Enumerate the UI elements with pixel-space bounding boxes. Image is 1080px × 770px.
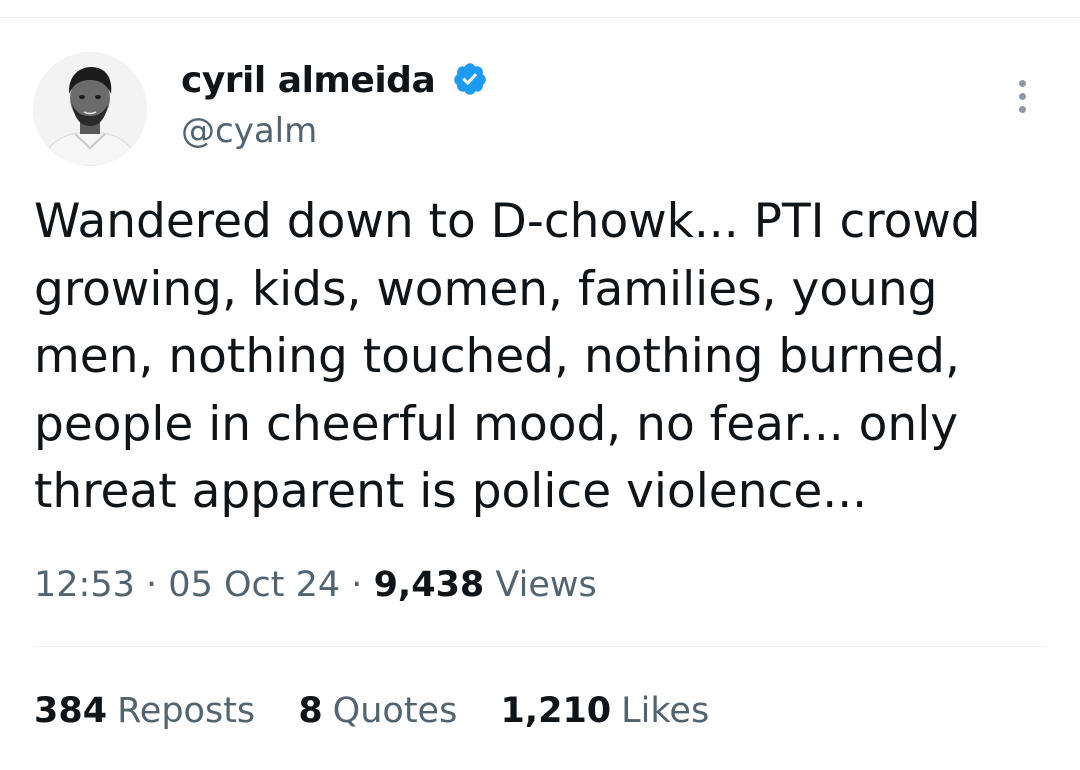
- quotes-count: 8: [298, 691, 323, 731]
- likes-label: Likes: [621, 691, 710, 731]
- tweet-date[interactable]: 05 Oct 24: [168, 565, 340, 605]
- tweet-text: Wandered down to D-chowk... PTI crowd gr…: [34, 188, 1044, 526]
- tweet-meta: 12:53 · 05 Oct 24 · 9,438 Views: [34, 560, 597, 610]
- display-name[interactable]: cyril almeida: [181, 59, 436, 103]
- more-dots-icon: [1019, 106, 1026, 113]
- more-options-button[interactable]: [1008, 78, 1038, 116]
- quotes-stat[interactable]: 8 Quotes: [298, 687, 457, 735]
- reposts-count: 384: [34, 691, 108, 731]
- reposts-stat[interactable]: 384 Reposts: [34, 687, 255, 735]
- views-label: Views: [495, 565, 597, 605]
- views-count: 9,438: [373, 565, 485, 605]
- tweet-line: men, nothing touched, nothing burned,: [34, 329, 960, 384]
- avatar[interactable]: [33, 52, 147, 166]
- stats-divider: [34, 646, 1046, 647]
- tweet-time[interactable]: 12:53: [34, 565, 135, 605]
- tweet-line: threat apparent is police violence...: [34, 464, 868, 519]
- more-dots-icon: [1019, 80, 1026, 87]
- tweet-line: growing, kids, women, families, young: [34, 261, 938, 317]
- quotes-label: Quotes: [332, 691, 458, 731]
- user-handle[interactable]: @cyalm: [181, 110, 317, 152]
- more-dots-icon: [1019, 93, 1026, 100]
- meta-separator: ·: [146, 565, 158, 605]
- reposts-label: Reposts: [117, 691, 256, 731]
- meta-separator: ·: [351, 565, 363, 605]
- likes-count: 1,210: [500, 691, 612, 731]
- engagement-stats: 384 Reposts 8 Quotes 1,210 Likes: [34, 687, 741, 735]
- avatar-photo: [33, 52, 147, 166]
- tweet-line: people in cheerful mood, no fear... only: [34, 396, 959, 452]
- likes-stat[interactable]: 1,210 Likes: [500, 687, 709, 735]
- tweet-line: Wandered down to D-chowk... PTI crowd: [34, 194, 981, 249]
- verified-badge-icon[interactable]: [452, 61, 488, 97]
- top-divider: [0, 17, 1080, 18]
